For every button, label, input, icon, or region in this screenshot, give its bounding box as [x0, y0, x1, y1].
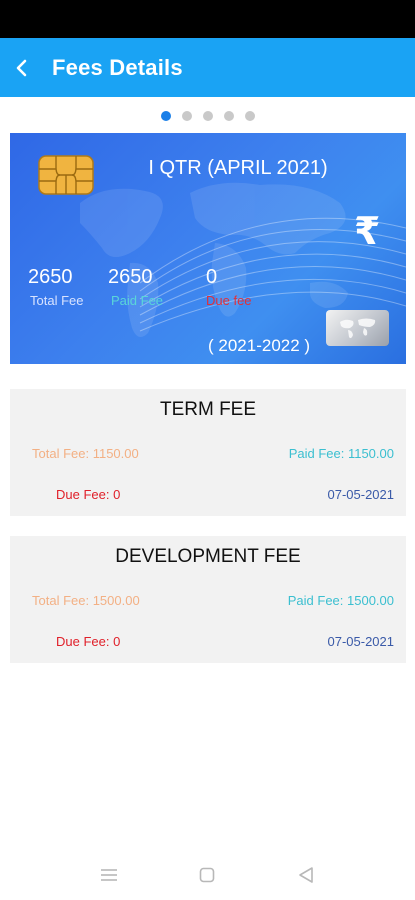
page-dot[interactable] [181, 111, 192, 121]
fee-title: TERM FEE [159, 399, 257, 420]
back-triangle-icon[interactable] [291, 860, 321, 890]
card-total-fee: 2650 [28, 266, 73, 288]
page-dot[interactable] [244, 111, 255, 121]
fee-summary-card[interactable]: I QTR (APRIL 2021) ₹ 2650 Total Fee 2650… [10, 133, 406, 364]
fee-item-development[interactable]: DEVELOPMENT FEE Total Fee: 1500.00 Paid … [10, 536, 406, 663]
page-dot[interactable] [223, 111, 234, 121]
card-total-fee-label: Total Fee [30, 293, 84, 308]
page-title: Fees Details [52, 54, 183, 80]
mini-card-icon [326, 310, 389, 346]
rupee-icon: ₹ [354, 211, 381, 253]
page-dot[interactable] [160, 111, 171, 121]
page-dot[interactable] [202, 111, 213, 121]
card-due-fee: 0 [206, 266, 218, 288]
home-square-icon[interactable] [192, 860, 222, 890]
fee-item-term[interactable]: TERM FEE Total Fee: 1150.00 Paid Fee: 11… [10, 389, 406, 516]
system-nav-bar [0, 855, 415, 895]
fee-due: Due Fee: 0 [56, 634, 121, 649]
card-academic-year: ( 2021-2022 ) [208, 336, 311, 355]
app-bar: Fees Details [0, 38, 415, 97]
fee-date: 07-05-2021 [327, 634, 395, 649]
back-arrow-icon [16, 59, 27, 76]
page-indicator [0, 111, 415, 121]
fee-total: Total Fee: 1150.00 [32, 446, 139, 461]
card-period: I QTR (APRIL 2021) [148, 157, 328, 179]
status-bar [0, 0, 415, 38]
menu-icon[interactable] [94, 860, 124, 890]
fee-paid: Paid Fee: 1500.00 [287, 593, 394, 608]
back-button[interactable] [0, 38, 44, 97]
fee-date: 07-05-2021 [327, 487, 395, 502]
card-paid-fee: 2650 [108, 266, 153, 288]
fee-due: Due Fee: 0 [56, 487, 121, 502]
card-due-fee-label: Due fee [206, 293, 252, 308]
fee-title: DEVELOPMENT FEE [115, 546, 301, 567]
card-paid-fee-label: Paid Fee [111, 293, 164, 308]
fee-paid: Paid Fee: 1150.00 [288, 446, 394, 461]
fee-total: Total Fee: 1500.00 [32, 593, 140, 608]
